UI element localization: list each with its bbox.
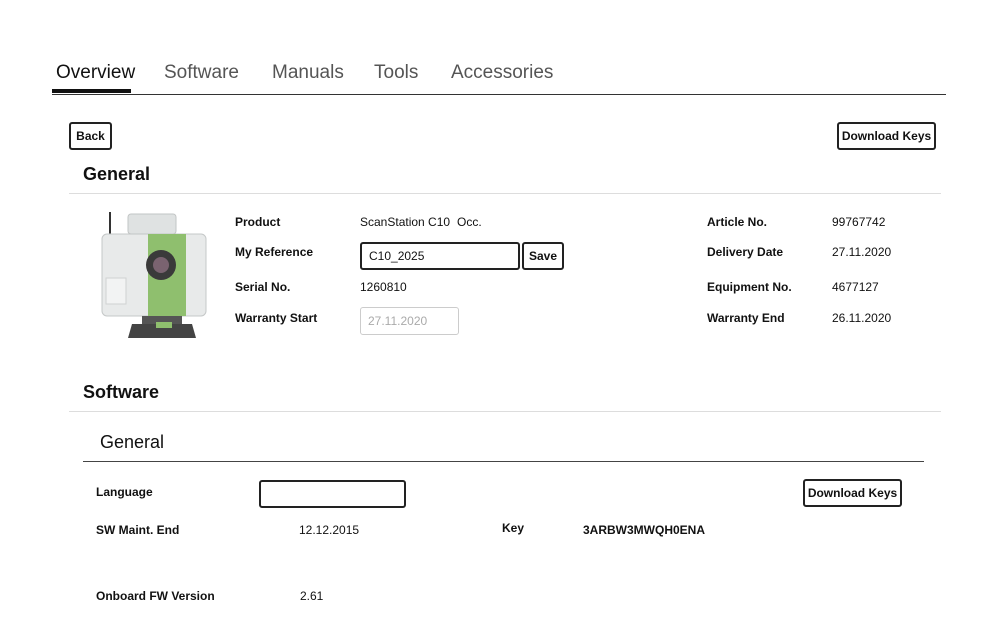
tab-accessories[interactable]: Accessories: [451, 62, 553, 84]
general-divider: [69, 193, 941, 194]
sw-maint-end-value: 12.12.2015: [299, 523, 360, 537]
product-occ-note: Occ.: [457, 215, 482, 229]
active-tab-indicator: [52, 89, 131, 93]
equipment-value: 4677127: [832, 280, 879, 294]
sw-maint-end-label: SW Maint. End: [96, 523, 180, 537]
product-value: ScanStation C10: [360, 215, 451, 229]
article-value: 99767742: [832, 215, 886, 229]
equipment-label: Equipment No.: [707, 280, 792, 294]
my-reference-label: My Reference: [235, 245, 314, 259]
language-select[interactable]: [259, 480, 406, 508]
tab-bar: Overview Software Manuals Tools Accessor…: [52, 62, 946, 95]
tab-software[interactable]: Software: [164, 62, 239, 84]
software-general-divider: [83, 461, 924, 462]
my-reference-input[interactable]: C10_2025: [360, 242, 520, 270]
key-value: 3ARBW3MWQH0ENA: [583, 523, 706, 537]
warranty-end-value: 26.11.2020: [832, 311, 892, 325]
delivery-date-label: Delivery Date: [707, 245, 784, 259]
software-divider: [69, 411, 941, 412]
scanner-illustration: [101, 212, 207, 338]
tab-manuals[interactable]: Manuals: [272, 62, 344, 84]
back-button[interactable]: Back: [69, 122, 112, 150]
serial-label: Serial No.: [235, 280, 291, 294]
download-keys-button[interactable]: Download Keys: [837, 122, 936, 150]
serial-value: 1260810: [360, 280, 407, 294]
language-label: Language: [96, 485, 153, 499]
tab-tools[interactable]: Tools: [374, 62, 418, 84]
key-label: Key: [502, 521, 525, 535]
warranty-end-label: Warranty End: [707, 311, 785, 325]
delivery-date-value: 27.11.2020: [832, 245, 892, 259]
onboard-fw-label: Onboard FW Version: [96, 589, 215, 603]
product-label: Product: [235, 215, 281, 229]
article-label: Article No.: [707, 215, 768, 229]
save-button[interactable]: Save: [522, 242, 564, 270]
general-section-title: General: [83, 164, 151, 184]
tab-overview[interactable]: Overview: [56, 62, 135, 84]
software-general-subtitle: General: [100, 432, 165, 452]
software-section-title: Software: [83, 382, 160, 402]
product-image: [96, 210, 212, 340]
software-download-keys-button[interactable]: Download Keys: [803, 479, 902, 507]
warranty-start-label: Warranty Start: [235, 311, 318, 325]
onboard-fw-value: 2.61: [300, 589, 324, 603]
warranty-start-field: 27.11.2020: [360, 307, 459, 335]
